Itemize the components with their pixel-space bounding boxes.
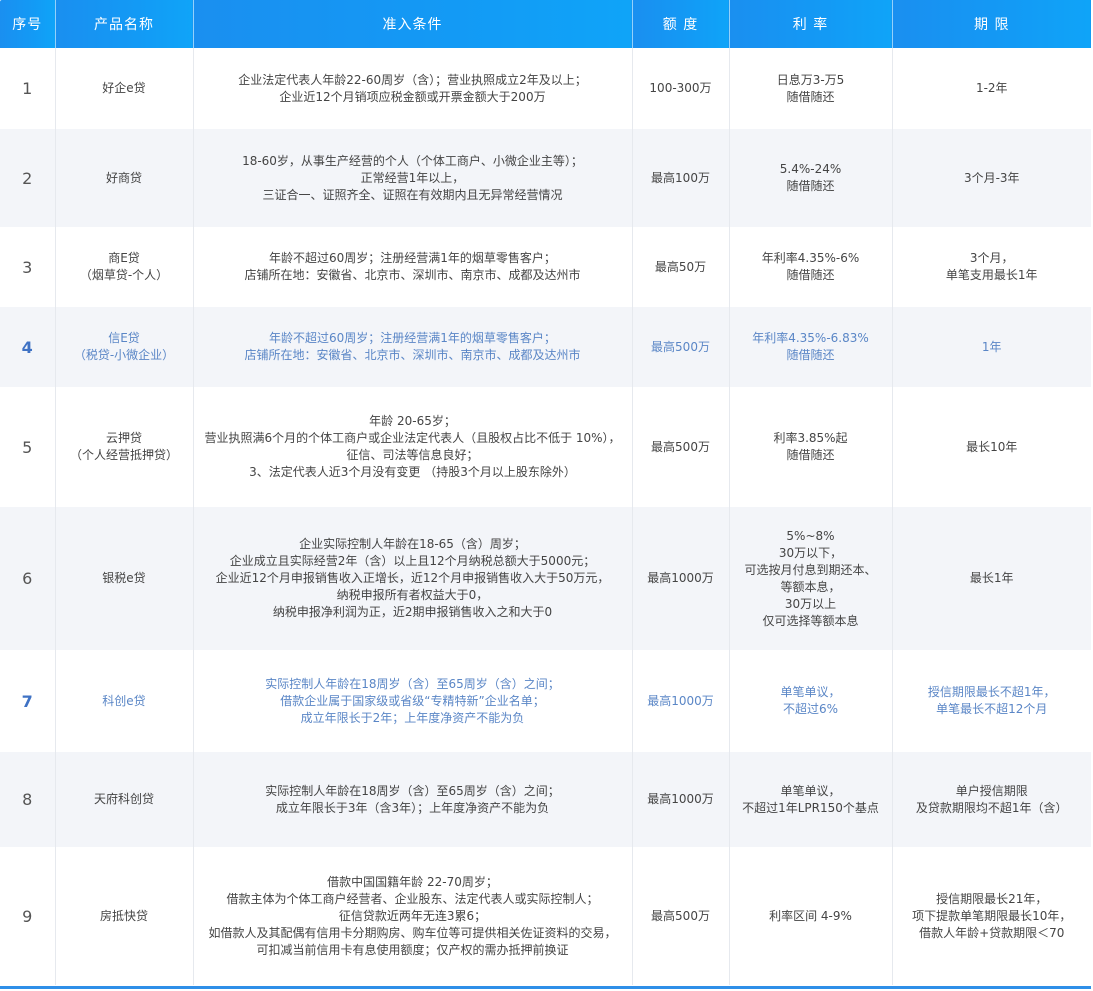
row-conditions: 借款中国国籍年龄 22-70周岁； 借款主体为个体工商户经营者、企业股东、法定代… (193, 847, 633, 985)
row-product-name: 银税e贷 (55, 507, 194, 650)
row-index: 3 (0, 227, 56, 307)
row-rate: 5.4%-24% 随借随还 (729, 129, 893, 227)
row-rate: 单笔单议， 不超过1年LPR150个基点 (729, 752, 893, 847)
header-amount: 额 度 (632, 0, 730, 48)
row-product-name: 房抵快贷 (55, 847, 194, 985)
header-row: 序号 产品名称 准入条件 额 度 利 率 期 限 (0, 0, 1091, 48)
header-conditions: 准入条件 (193, 0, 633, 48)
row-amount: 最高100万 (632, 129, 730, 227)
table-row: 4 信E贷 （税贷-小微企业） 年龄不超过60周岁；注册经营满1年的烟草零售客户… (0, 307, 1091, 387)
header-product-name: 产品名称 (55, 0, 194, 48)
row-term: 单户授信期限 及贷款期限均不超1年（含） (892, 752, 1091, 847)
row-amount: 最高500万 (632, 387, 730, 507)
table-row: 7 科创e贷 实际控制人年龄在18周岁（含）至65周岁（含）之间； 借款企业属于… (0, 650, 1091, 752)
row-product-name: 好商贷 (55, 129, 194, 227)
table-row: 6 银税e贷 企业实际控制人年龄在18-65（含）周岁； 企业成立且实际经营2年… (0, 507, 1091, 650)
row-conditions: 年龄不超过60周岁；注册经营满1年的烟草零售客户； 店铺所在地：安徽省、北京市、… (193, 307, 633, 387)
table-row: 1 好企e贷 企业法定代表人年龄22-60周岁（含）；营业执照成立2年及以上； … (0, 48, 1091, 129)
table-row: 2 好商贷 18-60岁，从事生产经营的个人（个体工商户、小微企业主等）； 正常… (0, 129, 1091, 227)
row-conditions: 企业实际控制人年龄在18-65（含）周岁； 企业成立且实际经营2年（含）以上且1… (193, 507, 633, 650)
row-conditions: 年龄不超过60周岁；注册经营满1年的烟草零售客户； 店铺所在地：安徽省、北京市、… (193, 227, 633, 307)
row-amount: 最高1000万 (632, 507, 730, 650)
row-index: 7 (0, 650, 56, 752)
table-bottom-border (0, 986, 1091, 989)
header-index: 序号 (0, 0, 56, 48)
row-product-name: 科创e贷 (55, 650, 194, 752)
row-rate: 利率3.85%起 随借随还 (729, 387, 893, 507)
row-term: 3个月， 单笔支用最长1年 (945, 251, 1038, 282)
header-term: 期 限 (892, 0, 1091, 48)
row-conditions: 年龄 20-65岁； 营业执照满6个月的个体工商户或企业法定代表人（且股权占比不… (193, 387, 633, 507)
loan-products-table: 序号 产品名称 准入条件 额 度 利 率 期 限 1 好企e贷 企业法定代表人年… (0, 0, 1091, 985)
row-amount: 最高1000万 (632, 752, 730, 847)
header-rate: 利 率 (729, 0, 893, 48)
row-term: 3个月-3年 (892, 129, 1091, 227)
row-rate: 日息万3-万5 随借随还 (729, 48, 893, 129)
row-amount: 最高1000万 (632, 650, 730, 752)
row-rate: 5%~8% 30万以下， 可选按月付息到期还本、 等额本息， 30万以上 仅可选… (729, 507, 893, 650)
row-amount: 最高500万 (632, 847, 730, 985)
row-term: 1-2年 (975, 81, 1008, 95)
table-row: 3 商E贷 （烟草贷-个人） 年龄不超过60周岁；注册经营满1年的烟草零售客户；… (0, 227, 1091, 307)
row-rate: 年利率4.35%-6% 随借随还 (729, 227, 893, 307)
row-index: 9 (0, 847, 56, 985)
row-amount: 100-300万 (632, 48, 730, 129)
row-term: 最长10年 (966, 439, 1018, 454)
row-rate: 利率区间 4-9% (729, 847, 893, 985)
row-term: 最长1年 (892, 507, 1091, 650)
row-term: 授信期限最长不超1年， 单笔最长不超12个月 (927, 685, 1056, 716)
row-product-name: 云押贷 （个人经营抵押贷） (55, 387, 194, 507)
row-term: 1年 (892, 307, 1091, 387)
row-conditions: 实际控制人年龄在18周岁（含）至65周岁（含）之间； 借款企业属于国家级或省级“… (193, 650, 633, 752)
row-term: 授信期限最长21年， 项下提款单笔期限最长10年， 借款人年龄+贷款期限＜70 (912, 891, 1072, 940)
row-product-name: 天府科创贷 (55, 752, 194, 847)
row-conditions: 18-60岁，从事生产经营的个人（个体工商户、小微企业主等）； 正常经营1年以上… (193, 129, 633, 227)
row-index: 6 (0, 507, 56, 650)
row-amount: 最高500万 (632, 307, 730, 387)
row-index: 1 (0, 48, 56, 129)
row-product-name: 好企e贷 (55, 48, 194, 129)
row-rate: 单笔单议， 不超过6% (729, 650, 893, 752)
row-index: 2 (0, 129, 56, 227)
row-rate: 年利率4.35%-6.83% 随借随还 (729, 307, 893, 387)
row-conditions: 实际控制人年龄在18周岁（含）至65周岁（含）之间； 成立年限长于3年（含3年）… (193, 752, 633, 847)
row-product-name: 商E贷 （烟草贷-个人） (55, 227, 194, 307)
row-amount: 最高50万 (632, 227, 730, 307)
row-product-name: 信E贷 （税贷-小微企业） (55, 307, 194, 387)
table-row: 5 云押贷 （个人经营抵押贷） 年龄 20-65岁； 营业执照满6个月的个体工商… (0, 387, 1091, 507)
row-conditions: 企业法定代表人年龄22-60周岁（含）；营业执照成立2年及以上； 企业近12个月… (193, 48, 633, 129)
row-index: 4 (0, 307, 56, 387)
row-index: 5 (0, 387, 56, 507)
row-index: 8 (0, 752, 56, 847)
table-row: 9 房抵快贷 借款中国国籍年龄 22-70周岁； 借款主体为个体工商户经营者、企… (0, 847, 1091, 985)
table-row: 8 天府科创贷 实际控制人年龄在18周岁（含）至65周岁（含）之间； 成立年限长… (0, 752, 1091, 847)
